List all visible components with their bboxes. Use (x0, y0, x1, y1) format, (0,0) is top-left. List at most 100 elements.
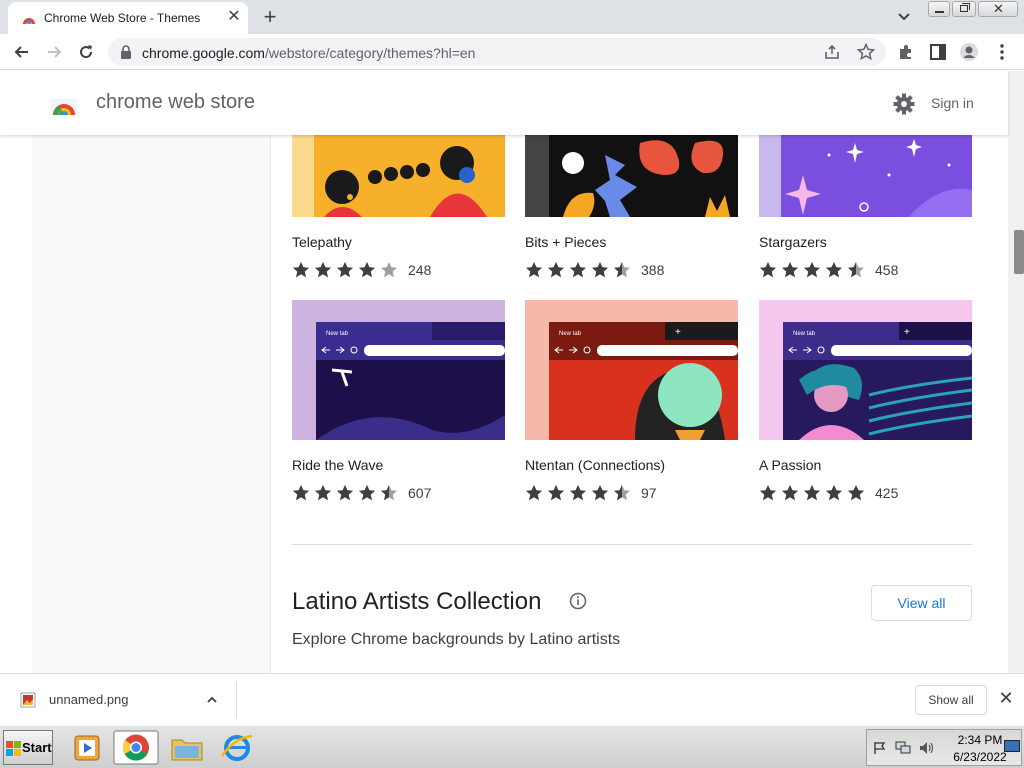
windows-logo-icon (6, 741, 21, 756)
theme-thumbnail[interactable] (759, 135, 972, 217)
download-filename[interactable]: unnamed.png (49, 692, 129, 707)
star-icon (381, 485, 397, 501)
scrollbar-track[interactable] (1008, 71, 1024, 673)
star-icon (826, 262, 842, 278)
internet-explorer-icon[interactable] (214, 730, 260, 765)
star-icon (548, 262, 564, 278)
star-icon (804, 485, 820, 501)
rating: 97 (525, 484, 665, 502)
rating: 248 (292, 261, 432, 279)
lock-icon[interactable] (120, 45, 132, 59)
chrome-web-store-logo-icon[interactable] (50, 89, 78, 117)
main-content: Telepathy 248 Bits + Pieces 388 Stargaze… (0, 135, 1008, 673)
browser-toolbar: chrome.google.com/webstore/category/them… (0, 34, 1024, 70)
forward-arrow-icon[interactable] (44, 42, 64, 62)
theme-thumbnail[interactable]: New tab (292, 300, 505, 440)
star-icon (782, 485, 798, 501)
star-icon (614, 485, 630, 501)
url-text[interactable]: chrome.google.com/webstore/category/them… (142, 45, 475, 61)
show-all-button[interactable]: Show all (915, 685, 987, 715)
rating: 388 (525, 261, 665, 279)
start-button[interactable]: Start (3, 730, 53, 765)
side-panel-icon[interactable] (928, 42, 948, 62)
new-tab-label: New tab (559, 331, 582, 337)
rating-count: 388 (641, 262, 665, 278)
sign-in-link[interactable]: Sign in (931, 95, 974, 111)
info-icon[interactable] (569, 592, 587, 610)
store-header: chrome web store Sign in (0, 71, 1008, 135)
star-icon (570, 262, 586, 278)
rating-count: 607 (408, 485, 432, 501)
star-icon (570, 485, 586, 501)
rating: 458 (759, 261, 899, 279)
rating-count: 425 (875, 485, 899, 501)
tab-close-icon[interactable]: ✕ (224, 7, 244, 27)
chrome-web-store-favicon-icon (23, 18, 35, 24)
star-icon (359, 485, 375, 501)
star-icon (592, 262, 608, 278)
theme-name[interactable]: Telepathy (292, 234, 352, 250)
clock-time[interactable]: 2:34 PM (951, 733, 1009, 747)
star-icon (526, 262, 542, 278)
folder-icon[interactable] (164, 730, 210, 765)
theme-thumbnail[interactable] (292, 135, 505, 217)
star-rating-icon (760, 262, 864, 278)
reload-icon[interactable] (76, 42, 96, 62)
minimize-button[interactable] (928, 1, 950, 17)
close-icon[interactable]: ✕ (997, 688, 1015, 710)
svg-text:+: + (904, 327, 910, 338)
bookmark-star-icon[interactable] (857, 43, 875, 61)
close-window-button[interactable]: ✕ (978, 1, 1018, 17)
star-icon (526, 485, 542, 501)
chevron-down-icon[interactable] (894, 8, 914, 26)
restore-button[interactable] (952, 1, 976, 17)
theme-thumbnail[interactable] (525, 135, 738, 217)
collection-subtitle: Explore Chrome backgrounds by Latino art… (292, 631, 621, 648)
star-icon (359, 262, 375, 278)
new-tab-icon[interactable]: + (258, 6, 282, 30)
collection-title: Latino Artists Collection (292, 588, 542, 615)
profile-avatar-icon[interactable] (959, 42, 979, 62)
star-icon (760, 262, 776, 278)
theme-name[interactable]: Ntentan (Connections) (525, 457, 665, 473)
theme-thumbnail[interactable]: + New tab (525, 300, 738, 440)
gear-icon[interactable] (893, 93, 915, 115)
star-rating-icon (526, 485, 630, 501)
show-desktop-icon[interactable] (1004, 740, 1020, 752)
star-icon (315, 262, 331, 278)
store-title[interactable]: chrome web store (96, 91, 255, 114)
tab-chrome-web-store[interactable]: Chrome Web Store - Themes ✕ (8, 2, 248, 34)
chrome-icon[interactable] (113, 730, 159, 765)
star-icon (804, 262, 820, 278)
star-icon (614, 262, 630, 278)
star-icon (782, 262, 798, 278)
clock-date[interactable]: 6/23/2022 (947, 750, 1013, 764)
flag-icon[interactable] (873, 741, 887, 755)
new-tab-label: New tab (326, 331, 349, 337)
theme-name[interactable]: Ride the Wave (292, 457, 383, 473)
share-icon[interactable] (824, 44, 840, 60)
chevron-up-icon[interactable] (205, 693, 219, 707)
media-player-icon[interactable] (64, 730, 110, 765)
scrollbar-thumb[interactable] (1014, 230, 1024, 274)
tab-title: Chrome Web Store - Themes (44, 11, 201, 25)
back-arrow-icon[interactable] (12, 42, 32, 62)
star-icon (760, 485, 776, 501)
section-divider (292, 544, 972, 545)
rating: 425 (759, 484, 899, 502)
theme-name[interactable]: Stargazers (759, 234, 827, 250)
star-icon (848, 485, 864, 501)
network-icon[interactable] (895, 741, 911, 755)
theme-name[interactable]: Bits + Pieces (525, 234, 606, 250)
volume-icon[interactable] (919, 741, 935, 755)
theme-thumbnail[interactable]: + New tab (759, 300, 972, 440)
start-label: Start (22, 740, 52, 755)
more-menu-icon[interactable] (992, 42, 1012, 62)
view-all-button[interactable]: View all (871, 585, 972, 621)
star-rating-icon (293, 262, 397, 278)
theme-name[interactable]: A Passion (759, 457, 821, 473)
download-bar: unnamed.png Show all ✕ (0, 673, 1024, 725)
extensions-puzzle-icon[interactable] (896, 42, 916, 62)
star-icon (293, 485, 309, 501)
address-bar[interactable]: chrome.google.com/webstore/category/them… (108, 38, 886, 66)
